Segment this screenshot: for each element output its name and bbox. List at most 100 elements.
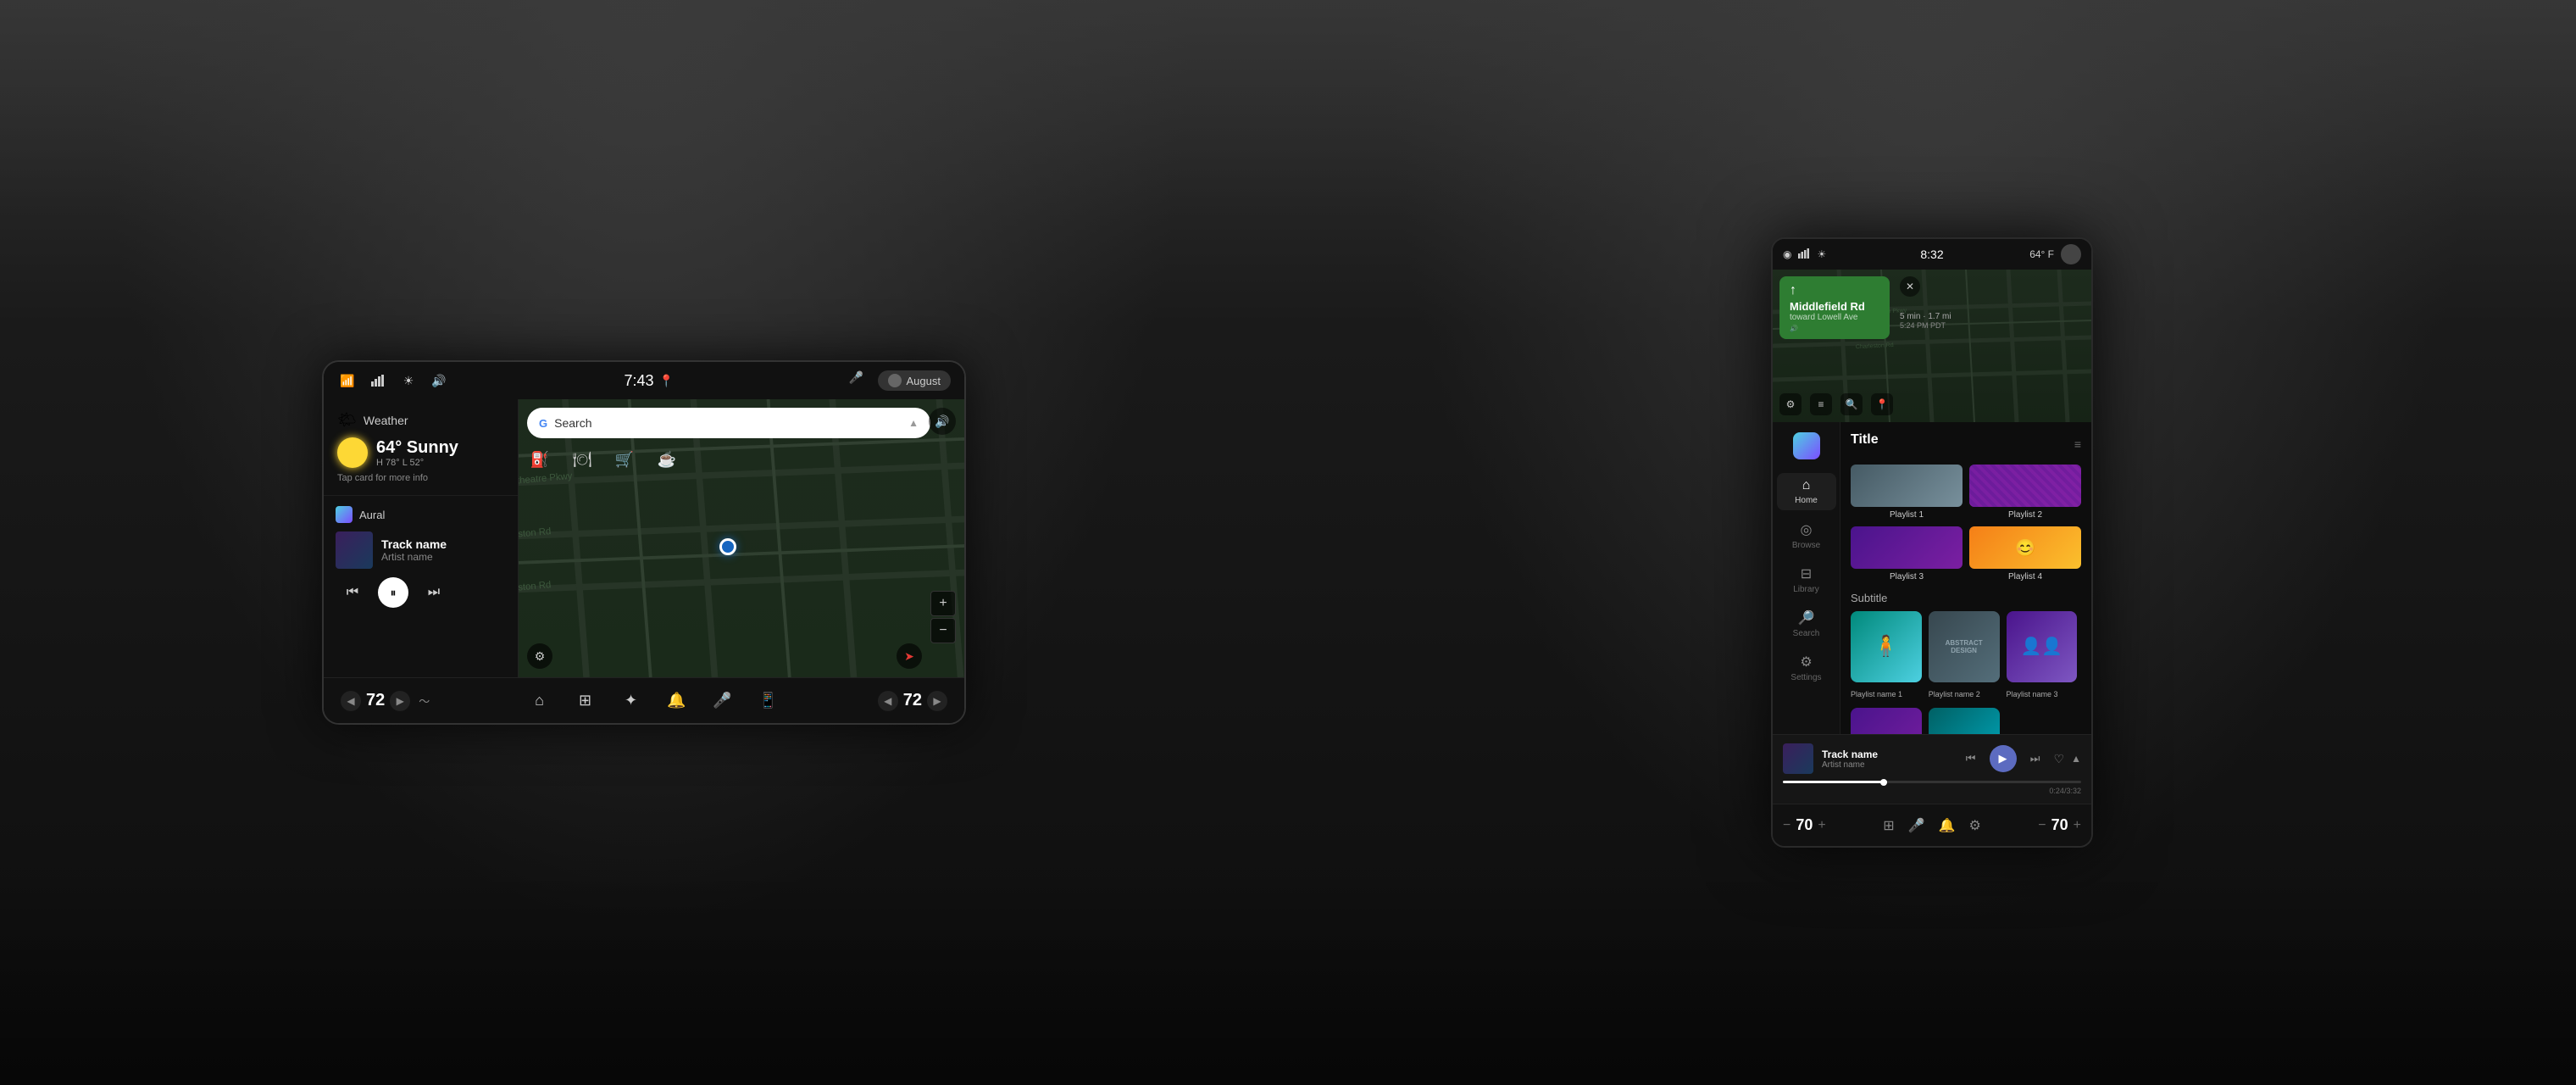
subtitle-thumb-5: 🎵 bbox=[1929, 708, 2000, 734]
sidebar-item-settings[interactable]: ⚙ Settings bbox=[1777, 649, 1836, 687]
playlist-thumb-2 bbox=[1969, 465, 2081, 507]
player-controls: ⏮ ▶ ⏭ ♡ ▲ bbox=[1959, 745, 2081, 772]
temp-up-right[interactable]: ▶ bbox=[927, 691, 947, 711]
temp-down-right[interactable]: ◀ bbox=[878, 691, 898, 711]
sidebar-item-browse[interactable]: ◎ Browse bbox=[1777, 517, 1836, 554]
media-controls: ⏮ ⏸ ⏭ bbox=[336, 577, 506, 608]
temp-right-plus[interactable]: + bbox=[2074, 818, 2081, 833]
player-track-row: Track name Artist name ⏮ ▶ ⏭ ♡ ▲ bbox=[1783, 743, 2081, 774]
playlist-item-3[interactable]: Playlist 3 bbox=[1851, 526, 1963, 581]
mic-nav-icon[interactable]: 🎤 bbox=[710, 688, 736, 714]
time-display: 7:43 bbox=[625, 372, 654, 390]
nav-location-icon[interactable]: 📍 bbox=[1871, 393, 1893, 415]
player-next-button[interactable]: ⏭ bbox=[2024, 747, 2047, 771]
player-play-button[interactable]: ▶ bbox=[1990, 745, 2017, 772]
map-settings-button[interactable]: ⚙ bbox=[527, 643, 552, 669]
playlist-1-name: Playlist 1 bbox=[1890, 510, 1924, 520]
tesla-sidebar: ⌂ Home ◎ Browse ⊟ Library 🔎 Search bbox=[1773, 422, 1840, 734]
player-total-time: 3:32 bbox=[2066, 787, 2081, 795]
bell-nav-icon[interactable]: 🔔 bbox=[664, 688, 690, 714]
bottom-settings-icon[interactable]: ⚙ bbox=[1968, 817, 1980, 834]
sidebar-item-home[interactable]: ⌂ Home bbox=[1777, 473, 1836, 510]
navigate-button[interactable]: ➤ bbox=[897, 643, 922, 669]
player-expand-button[interactable]: ▲ bbox=[2071, 753, 2081, 765]
next-button[interactable]: ⏭ bbox=[420, 579, 447, 606]
nav-close-button[interactable]: ✕ bbox=[1900, 276, 1920, 297]
bottom-bell-icon[interactable]: 🔔 bbox=[1939, 817, 1956, 834]
settings-sidebar-label: Settings bbox=[1790, 673, 1821, 682]
search-expand-icon[interactable]: ▲ bbox=[908, 417, 919, 429]
zoom-in-button[interactable]: + bbox=[930, 591, 956, 616]
temp-right-minus[interactable]: − bbox=[2038, 818, 2046, 833]
header-left: 📶 ☀ 🔊 bbox=[337, 370, 449, 391]
thumb-5-art: 🎵 bbox=[1929, 708, 2000, 734]
subtitle-item-1[interactable]: 🧍 Playlist name 1 bbox=[1851, 611, 1922, 701]
weather-card[interactable]: 🌤 Weather 64° Sunny H 78° L 52° bbox=[324, 399, 518, 496]
subtitle-item-4[interactable]: 🎧 Playlist name 4 bbox=[1851, 708, 1922, 734]
tesla-content: ⌂ Home ◎ Browse ⊟ Library 🔎 Search bbox=[1773, 422, 2091, 734]
nav-filter-icon[interactable]: ≡ bbox=[1810, 393, 1832, 415]
playlist-3-name: Playlist 3 bbox=[1890, 572, 1924, 581]
browse-sidebar-label: Browse bbox=[1792, 541, 1820, 550]
apps-nav-icon[interactable]: ⊞ bbox=[573, 688, 598, 714]
pause-button[interactable]: ⏸ bbox=[378, 577, 408, 608]
bottom-apps-icon[interactable]: ⊞ bbox=[1883, 817, 1894, 834]
nav-time-of-day: 5:24 PM PDT bbox=[1900, 321, 1951, 330]
header-right: 🎤 August bbox=[849, 370, 951, 391]
subtitle-item-2-name: Playlist name 2 bbox=[1929, 690, 1980, 698]
track-thumbnail bbox=[336, 531, 373, 569]
map-roads: Amphitheatre Pkwy Charleston Rd Charlest… bbox=[519, 399, 964, 677]
playlist-item-4[interactable]: 😊 Playlist 4 bbox=[1969, 526, 2081, 581]
player-track-info: Track name Artist name bbox=[1822, 748, 1951, 770]
temp-left: 72 bbox=[366, 691, 385, 710]
player-prev-button[interactable]: ⏮ bbox=[1959, 747, 1983, 771]
sidebar-item-search[interactable]: 🔎 Search bbox=[1777, 605, 1836, 643]
subtitle-item-2[interactable]: ABSTRACTDESIGN Playlist name 2 bbox=[1929, 611, 2000, 701]
sidebar-left: 🌤 Weather 64° Sunny H 78° L 52° bbox=[324, 399, 519, 677]
fan-nav-icon[interactable]: ✦ bbox=[619, 688, 644, 714]
nav-right-temp: ◀ 72 ▶ bbox=[878, 691, 947, 711]
previous-button[interactable]: ⏮ bbox=[339, 579, 366, 606]
subtitle-item-5[interactable]: 🎵 Playlist name 5 bbox=[1929, 708, 2000, 734]
nav-settings-icon[interactable]: ⚙ bbox=[1779, 393, 1802, 415]
map-volume-button[interactable]: 🔊 bbox=[929, 408, 956, 435]
phone-nav-icon[interactable]: 📱 bbox=[756, 688, 781, 714]
sidebar-item-library[interactable]: ⊟ Library bbox=[1777, 561, 1836, 598]
temp-left-plus[interactable]: + bbox=[1818, 818, 1825, 833]
subtitle-section: Subtitle 🧍 Playlist name 1 bbox=[1851, 592, 2081, 734]
player-favorite-button[interactable]: ♡ bbox=[2054, 752, 2065, 766]
nav-search-icon[interactable]: 🔍 bbox=[1840, 393, 1863, 415]
playlist-item-1[interactable]: Playlist 1 bbox=[1851, 465, 1963, 520]
brightness-icon: ☀ bbox=[398, 370, 419, 391]
tesla-display: ◉ ☀ 8:32 64° F bbox=[1771, 237, 2093, 848]
nav-center: ⌂ ⊞ ✦ 🔔 🎤 📱 bbox=[527, 688, 781, 714]
playlist-item-2[interactable]: Playlist 2 bbox=[1969, 465, 2081, 520]
tesla-nav-icons: ⚙ ≡ 🔍 📍 bbox=[1779, 393, 1893, 415]
microphone-icon[interactable]: 🎤 bbox=[849, 370, 869, 391]
user-chip[interactable]: August bbox=[878, 370, 951, 391]
temp-up-left[interactable]: ▶ bbox=[390, 691, 410, 711]
fuel-icon[interactable]: ⛽ bbox=[527, 447, 552, 472]
temp-left-minus[interactable]: − bbox=[1783, 818, 1790, 833]
subtitle-item-3[interactable]: 👤👤 Playlist name 3 bbox=[2007, 611, 2078, 701]
cafe-icon[interactable]: ☕ bbox=[654, 447, 680, 472]
home-sidebar-icon: ⌂ bbox=[1802, 478, 1811, 493]
player-progress-bar[interactable] bbox=[1783, 781, 2081, 783]
zoom-out-button[interactable]: − bbox=[930, 618, 956, 643]
library-sidebar-icon: ⊟ bbox=[1801, 565, 1812, 582]
temp-left-value: 72 bbox=[366, 691, 385, 710]
queue-icon[interactable]: ≡ bbox=[2074, 437, 2081, 451]
weather-label: Weather bbox=[364, 414, 408, 427]
search-text: Search bbox=[554, 416, 902, 430]
home-nav-icon[interactable]: ⌂ bbox=[527, 688, 552, 714]
shopping-icon[interactable]: 🛒 bbox=[612, 447, 637, 472]
map-search-bar[interactable]: G Search ▲ bbox=[527, 408, 930, 438]
temp-right: 72 bbox=[903, 691, 922, 710]
signal-status-icon bbox=[1798, 248, 1810, 261]
temp-down-left[interactable]: ◀ bbox=[341, 691, 361, 711]
auto-display: 📶 ☀ 🔊 7:43 📍 🎤 August bbox=[322, 360, 966, 725]
temp-right-value: 72 bbox=[903, 691, 922, 710]
bottom-mic-icon[interactable]: 🎤 bbox=[1908, 817, 1925, 834]
search-sidebar-icon: 🔎 bbox=[1798, 609, 1815, 626]
restaurant-icon[interactable]: 🍽 bbox=[569, 447, 595, 472]
